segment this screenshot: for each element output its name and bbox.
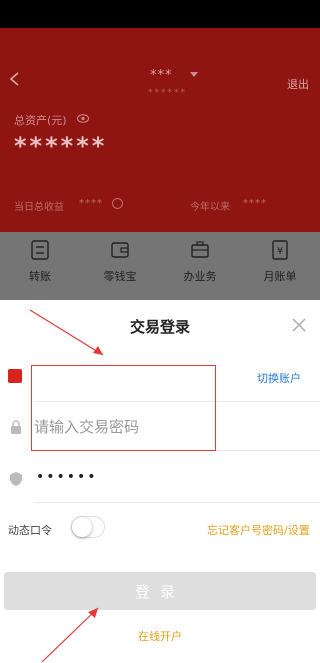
menu-item-monthly-bill[interactable]: ¥ 月账单	[240, 240, 320, 296]
login-button[interactable]: 登录	[4, 572, 316, 610]
switch-account-link[interactable]: 切换账户	[257, 370, 301, 386]
daily-profit-value: ****	[79, 198, 103, 209]
daily-profit-label: 当日总收益	[14, 202, 64, 213]
wallet-icon	[111, 242, 129, 258]
dynamic-token-toggle[interactable]	[71, 516, 105, 538]
menu-item-business[interactable]: 办业务	[160, 240, 240, 296]
total-assets-label: 总资产(元)	[14, 114, 67, 127]
divider	[34, 502, 320, 503]
toggle-knob	[72, 517, 92, 537]
svg-text:¥: ¥	[277, 246, 283, 257]
dynamic-token-label: 动态口令	[8, 524, 52, 537]
ytd-label: 今年以来	[190, 202, 230, 213]
menu-label: 零钱宝	[103, 270, 137, 283]
trade-login-sheet: 交易登录 切换账户 •••••• 动态口令 忘记客户号密码/设置 登录 在线开户	[0, 300, 320, 663]
verify-code-input[interactable]: ••••••	[36, 469, 98, 485]
account-title[interactable]: ***	[150, 68, 173, 83]
transfer-icon	[31, 240, 49, 260]
briefcase-icon	[191, 241, 209, 258]
eye-icon[interactable]	[77, 114, 89, 123]
account-number: ******	[148, 88, 187, 98]
ytd-value: ****	[243, 198, 267, 209]
trade-password-input[interactable]	[34, 413, 224, 441]
chevron-down-icon[interactable]	[190, 72, 198, 77]
menu-label: 月账单	[263, 270, 297, 283]
divider	[34, 450, 320, 451]
forgot-password-link[interactable]: 忘记客户号密码/设置	[207, 522, 310, 538]
broker-logo-icon	[8, 369, 22, 383]
open-account-link[interactable]: 在线开户	[0, 628, 320, 644]
back-icon[interactable]	[8, 72, 22, 86]
status-bar	[0, 0, 320, 28]
bill-icon: ¥	[272, 240, 288, 260]
account-row[interactable]: 切换账户	[0, 354, 320, 402]
password-row[interactable]	[0, 403, 320, 451]
shield-icon	[10, 472, 22, 486]
menu-label: 办业务	[183, 270, 217, 283]
menu-item-transfer[interactable]: 转账	[0, 240, 80, 296]
lock-icon	[11, 420, 21, 434]
total-assets-value: ******	[14, 132, 108, 160]
logout-link[interactable]: 退出	[287, 76, 309, 92]
info-icon[interactable]	[112, 198, 123, 209]
verify-code-row[interactable]: ••••••	[0, 455, 320, 503]
account-overview-background: *** ****** 退出 总资产(元) ****** 当日总收益 **** 今…	[0, 28, 320, 300]
close-icon[interactable]	[291, 317, 307, 333]
sheet-title: 交易登录	[129, 318, 190, 336]
menu-item-wallet[interactable]: 零钱宝	[80, 240, 160, 296]
menu-label: 转账	[29, 270, 51, 283]
divider	[34, 401, 320, 402]
